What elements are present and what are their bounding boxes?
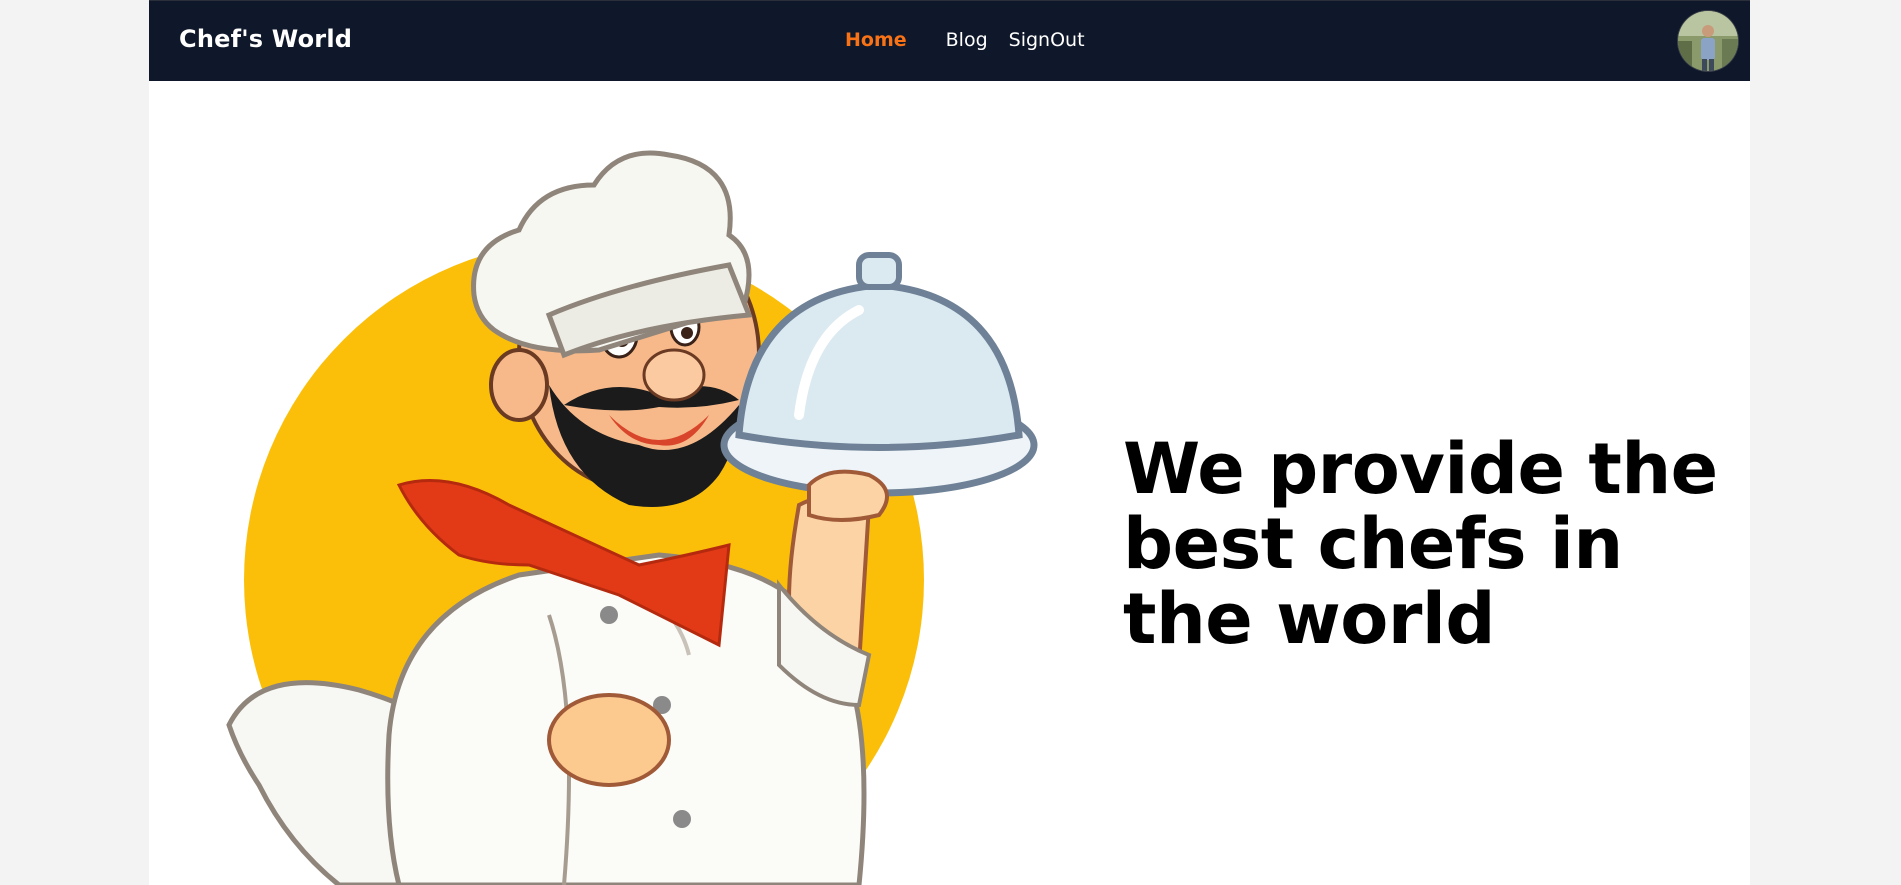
hero-title: We provide the best chefs in the world [1123,428,1718,660]
nav-link-blog[interactable]: Blog [946,29,988,51]
nav-link-home[interactable]: Home [845,29,907,51]
page-container: Chef's World Home Blog SignOut We provid… [149,0,1750,885]
brand-logo-text[interactable]: Chef's World [179,25,352,53]
nav-links: Home Blog SignOut [845,29,1085,51]
nav-link-signout[interactable]: SignOut [1009,29,1085,51]
user-avatar-icon[interactable] [1678,11,1738,71]
chef-mascot-icon [219,145,1079,885]
top-navbar: Chef's World Home Blog SignOut [149,0,1750,81]
